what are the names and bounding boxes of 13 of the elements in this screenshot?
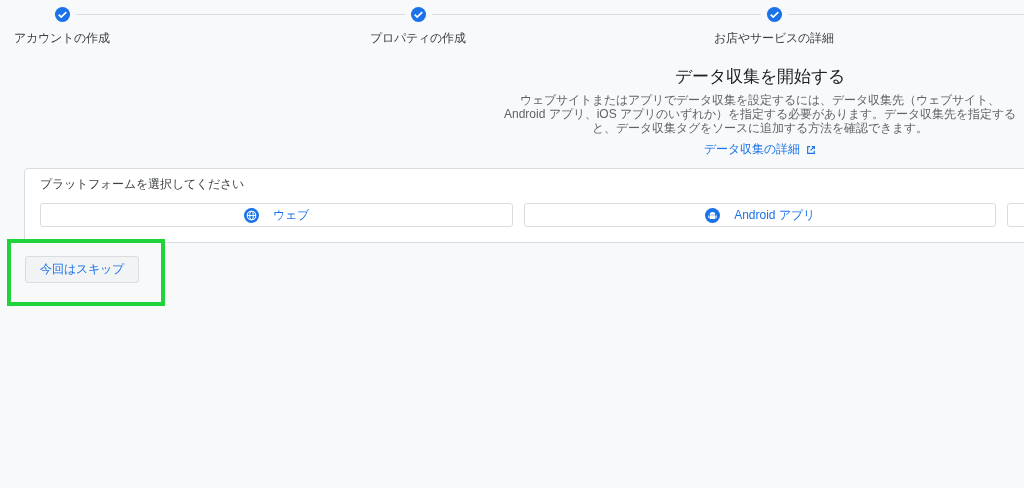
step-label: お店やサービスの詳細: [714, 30, 834, 47]
description: ウェブサイトまたはアプリでデータ収集を設定するには、データ収集先（ウェブサイト、Android アプリ、iOS アプリのいずれか）を指定する必要があります。データ収集先を指定すると、データ収集タグをソースに追加する方法を確認できます。: [502, 93, 1017, 135]
heading: データ収集を開始する: [675, 66, 845, 88]
platform-button[interactable]: Android アプリ: [523, 203, 997, 227]
card-prompt: プラットフォームを選択してください: [40, 176, 245, 193]
android-icon: [705, 207, 721, 223]
globe-icon: [243, 207, 259, 223]
step-label: プロパティの作成: [370, 30, 466, 47]
step-label: アカウントの作成: [14, 30, 110, 47]
external-link-icon: [806, 144, 816, 155]
platform-button[interactable]: ウェブ: [40, 203, 513, 227]
skip-button[interactable]: 今回はスキップ: [25, 256, 139, 283]
details-link[interactable]: データ収集の詳細: [704, 141, 816, 158]
